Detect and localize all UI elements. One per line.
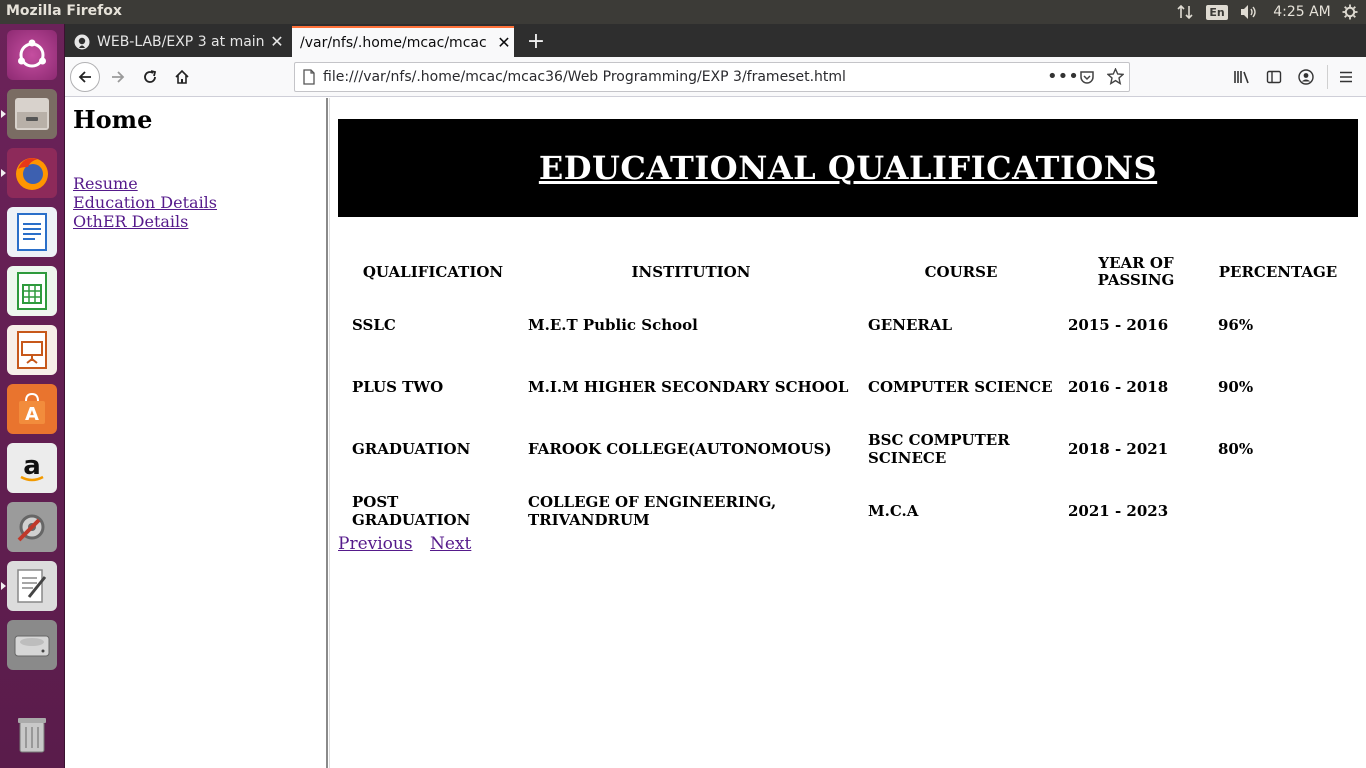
link-education-details[interactable]: Education Details xyxy=(73,193,217,212)
clock[interactable]: 4:25 AM xyxy=(1270,0,1334,24)
impress-icon[interactable] xyxy=(6,324,58,376)
firefox-icon[interactable] xyxy=(1,147,58,199)
page-title: Home xyxy=(73,105,153,134)
table-cell: 80% xyxy=(1218,440,1254,458)
reload-icon xyxy=(144,70,157,83)
pager: Previous Next xyxy=(338,534,483,554)
tab-frameset[interactable]: /var/nfs/.home/mcac/mcac ✕ xyxy=(292,26,514,57)
pocket-icon[interactable] xyxy=(1079,69,1095,89)
table-cell: M.I.M HIGHER SECONDARY SCHOOL xyxy=(528,378,849,396)
trash-icon[interactable] xyxy=(6,708,58,760)
account-button[interactable] xyxy=(1291,62,1321,92)
table-cell: GENERAL xyxy=(868,316,953,334)
left-frame: Home Resume Education Details OthER Deta… xyxy=(65,98,326,768)
forward-arrow-icon xyxy=(112,71,125,83)
table-row: PLUS TWO M.I.M HIGHER SECONDARY SCHOOL C… xyxy=(352,358,1338,416)
table-cell: M.C.A xyxy=(868,502,919,520)
system-settings-icon[interactable] xyxy=(6,501,58,553)
table-cell: GRADUATION xyxy=(352,440,471,458)
frame-nav-links: Resume Education Details OthER Details xyxy=(73,174,217,231)
top-panel: Mozilla Firefox En 4:25 AM xyxy=(0,0,1366,24)
link-other-details[interactable]: OthER Details xyxy=(73,212,217,231)
page-actions-icon[interactable]: ••• xyxy=(1047,66,1079,87)
table-cell: 2016 - 2018 xyxy=(1068,378,1169,396)
link-resume[interactable]: Resume xyxy=(73,174,217,193)
writer-icon[interactable] xyxy=(6,206,58,258)
sidebar-button[interactable] xyxy=(1259,62,1289,92)
back-button[interactable] xyxy=(70,62,100,92)
files-icon[interactable] xyxy=(1,88,58,140)
heading-banner: EDUCATIONAL QUALIFICATIONS xyxy=(338,119,1358,217)
column-header: YEAR OF PASSING xyxy=(1097,254,1175,289)
previous-link[interactable]: Previous xyxy=(338,534,413,554)
table-row: SSLC M.E.T Public School GENERAL 2015 - … xyxy=(352,296,1338,354)
svg-text:A: A xyxy=(25,404,39,425)
text-editor-icon[interactable] xyxy=(1,560,58,612)
svg-text:a: a xyxy=(23,451,41,481)
table-cell: COMPUTER SCIENCE xyxy=(868,378,1053,396)
tab-bar: WEB-LAB/EXP 3 at main ✕ /var/nfs/.home/m… xyxy=(65,24,1366,57)
toolbar-separator xyxy=(1327,65,1328,89)
column-header: PERCENTAGE xyxy=(1218,262,1338,281)
library-button[interactable] xyxy=(1227,62,1257,92)
table-cell: PLUS TWO xyxy=(352,378,444,396)
table-cell: COLLEGE OF ENGINEERING, TRIVANDRUM xyxy=(528,493,777,529)
sidebar-icon xyxy=(1266,70,1282,84)
table-cell: M.E.T Public School xyxy=(528,316,698,334)
table-row: POST GRADUATION COLLEGE OF ENGINEERING, … xyxy=(352,482,1338,540)
amazon-icon[interactable]: a xyxy=(6,442,58,494)
url-text[interactable]: file:///var/nfs/.home/mcac/mcac36/Web Pr… xyxy=(323,69,846,85)
tab-label: /var/nfs/.home/mcac/mcac xyxy=(300,34,487,51)
close-tab-icon[interactable]: ✕ xyxy=(267,32,287,51)
network-arrows-icon[interactable] xyxy=(1174,0,1196,24)
ubuntu-dash-icon[interactable] xyxy=(6,29,58,81)
menu-button[interactable] xyxy=(1331,62,1361,92)
column-header: QUALIFICATION xyxy=(362,262,504,281)
table-cell: 2021 - 2023 xyxy=(1068,502,1169,520)
table-cell: SSLC xyxy=(352,316,396,334)
back-arrow-icon xyxy=(78,71,91,83)
education-table: QUALIFICATION INSTITUTION COURSE YEAR OF… xyxy=(338,248,1352,544)
navigation-toolbar: file:///var/nfs/.home/mcac/mcac36/Web Pr… xyxy=(65,57,1366,97)
library-icon xyxy=(1234,71,1249,84)
settings-gear-icon[interactable] xyxy=(1340,0,1360,24)
tab-label: WEB-LAB/EXP 3 at main xyxy=(97,33,265,50)
forward-button[interactable] xyxy=(103,62,133,92)
close-tab-icon[interactable]: ✕ xyxy=(494,33,514,52)
home-button[interactable] xyxy=(167,62,197,92)
volume-icon[interactable] xyxy=(1238,0,1260,24)
url-bar[interactable]: file:///var/nfs/.home/mcac/mcac36/Web Pr… xyxy=(294,62,1130,92)
calc-icon[interactable] xyxy=(6,265,58,317)
app-title: Mozilla Firefox xyxy=(6,3,122,19)
reload-button[interactable] xyxy=(135,62,165,92)
unity-launcher: A a xyxy=(0,24,65,768)
table-cell: 96% xyxy=(1218,316,1254,334)
table-header-row: QUALIFICATION INSTITUTION COURSE YEAR OF… xyxy=(352,252,1338,292)
tab-webl[interactable]: WEB-LAB/EXP 3 at main ✕ xyxy=(67,26,287,57)
new-tab-icon[interactable]: + xyxy=(521,27,551,55)
table-cell: BSC COMPUTER SCINECE xyxy=(868,431,1010,467)
home-icon xyxy=(175,69,189,84)
column-header: INSTITUTION xyxy=(631,262,751,281)
column-header: COURSE xyxy=(924,262,998,281)
table-cell: 2015 - 2016 xyxy=(1068,316,1169,334)
language-indicator[interactable]: En xyxy=(1206,0,1228,24)
table-cell: 2018 - 2021 xyxy=(1068,440,1169,458)
table-cell: 90% xyxy=(1218,378,1254,396)
hamburger-menu-icon xyxy=(1340,71,1352,83)
table-cell xyxy=(1218,482,1338,540)
disk-icon[interactable] xyxy=(6,619,58,671)
next-link[interactable]: Next xyxy=(430,534,471,554)
software-center-icon[interactable]: A xyxy=(6,383,58,435)
table-cell: FAROOK COLLEGE(AUTONOMOUS) xyxy=(528,440,832,458)
section-heading: EDUCATIONAL QUALIFICATIONS xyxy=(538,149,1158,187)
bookmark-star-icon[interactable] xyxy=(1106,67,1125,89)
github-icon xyxy=(67,34,97,50)
table-cell: POST GRADUATION xyxy=(352,493,471,529)
page-info-icon[interactable] xyxy=(302,69,316,89)
table-row: GRADUATION FAROOK COLLEGE(AUTONOMOUS) BS… xyxy=(352,420,1338,478)
account-icon xyxy=(1298,69,1314,85)
right-frame: EDUCATIONAL QUALIFICATIONS QUALIFICATION… xyxy=(330,98,1366,768)
